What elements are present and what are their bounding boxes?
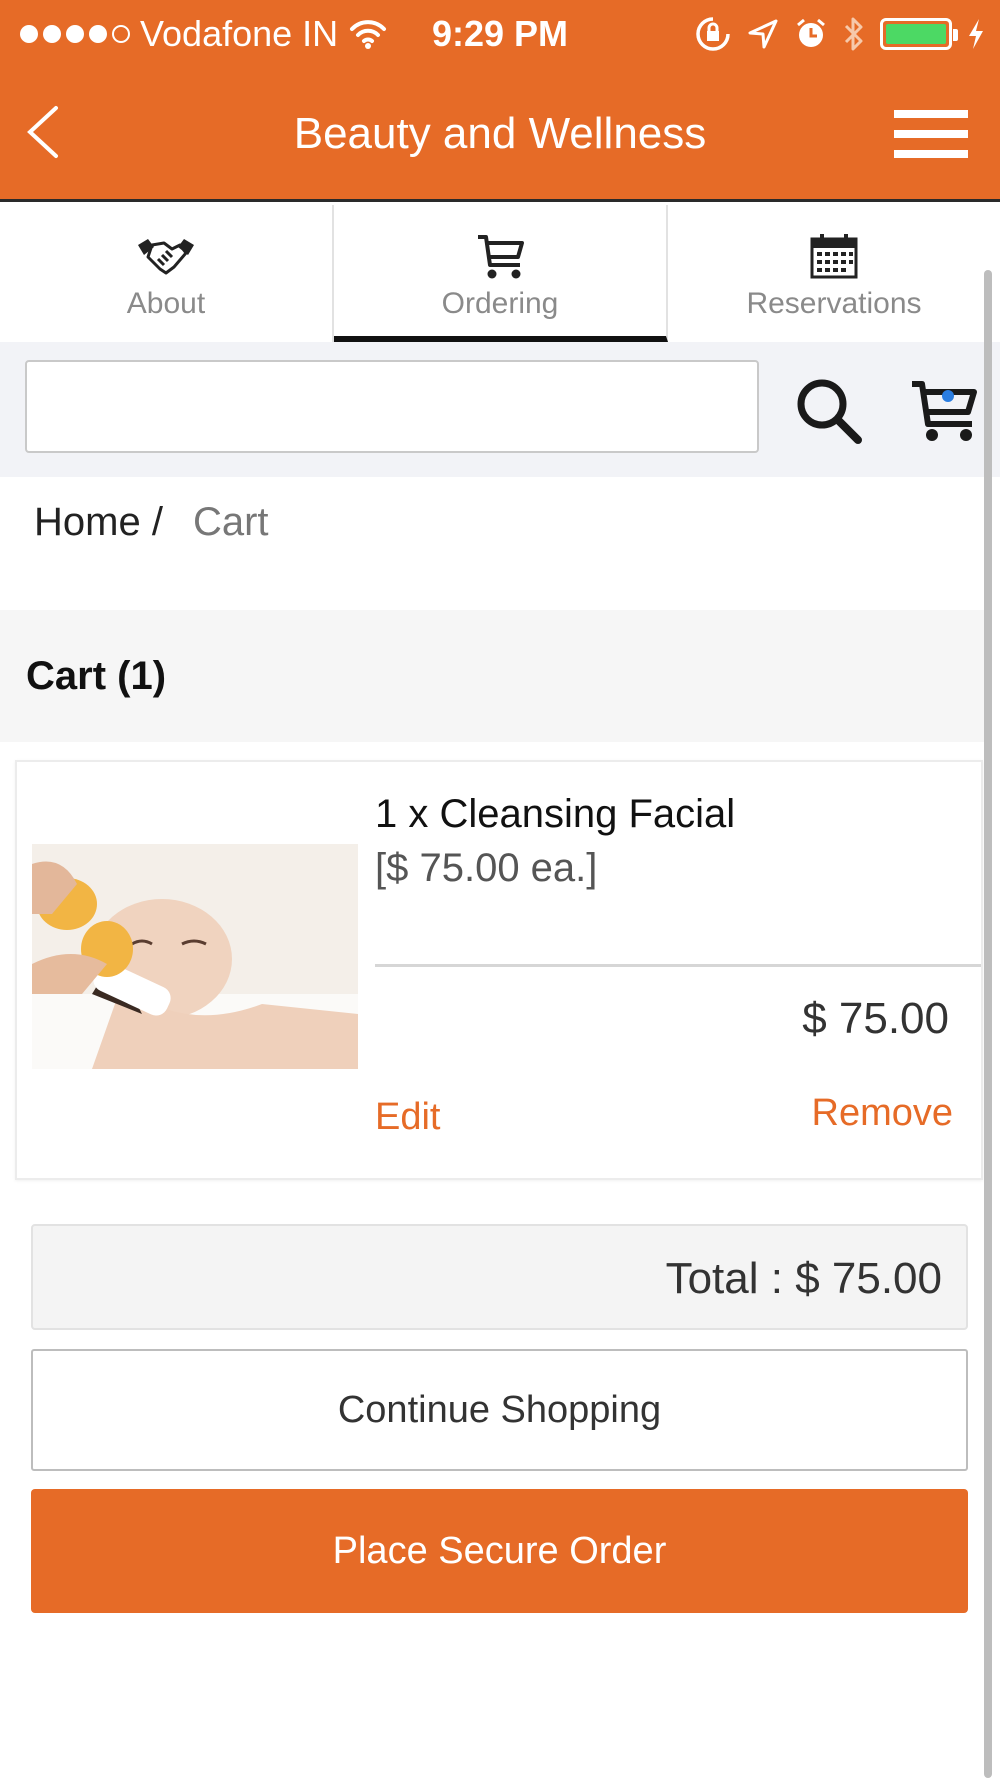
cart-total: Total : $ 75.00 xyxy=(665,1254,942,1303)
tab-ordering[interactable]: Ordering xyxy=(334,205,668,342)
tab-about-label: About xyxy=(126,287,206,320)
back-chevron-icon[interactable] xyxy=(22,102,72,162)
rotation-lock-icon xyxy=(696,17,730,51)
search-icon[interactable] xyxy=(792,374,864,446)
status-bar: Vodafone IN 9:29 PM xyxy=(0,0,1000,66)
shopping-cart-icon[interactable] xyxy=(908,372,980,444)
tab-bar: About Ordering Reservations xyxy=(0,205,1000,342)
item-divider xyxy=(375,964,981,967)
search-bar xyxy=(0,342,1000,477)
status-bar-left: Vodafone IN xyxy=(20,12,388,56)
breadcrumb-home-link[interactable]: Home / xyxy=(34,500,163,545)
battery-icon xyxy=(880,18,958,50)
cart-icon xyxy=(478,235,524,279)
search-input[interactable] xyxy=(25,360,759,453)
hamburger-menu-icon[interactable] xyxy=(894,108,968,160)
breadcrumb-current: Cart xyxy=(192,500,269,544)
location-arrow-icon xyxy=(748,19,778,49)
tab-about[interactable]: About xyxy=(0,205,334,342)
remove-item-link[interactable]: Remove xyxy=(812,1092,954,1135)
charging-bolt-icon xyxy=(969,19,983,49)
item-name: 1 x Cleansing Facial xyxy=(375,792,736,836)
wifi-icon xyxy=(350,20,387,49)
cart-title: Cart (1) xyxy=(26,654,167,698)
item-unit-price: [$ 75.00 ea.] xyxy=(375,846,598,890)
page-title: Beauty and Wellness xyxy=(293,109,707,158)
cart-header: Cart (1) xyxy=(0,610,984,742)
tab-reservations[interactable]: Reservations xyxy=(668,205,1000,342)
breadcrumb: Home / Cart xyxy=(34,500,269,545)
product-image xyxy=(32,844,358,1069)
tab-ordering-label: Ordering xyxy=(441,287,559,320)
handshake-icon xyxy=(138,239,194,275)
tab-reservations-label: Reservations xyxy=(746,287,922,320)
place-secure-order-button[interactable]: Place Secure Order xyxy=(31,1489,968,1613)
scrollbar[interactable] xyxy=(984,270,992,1778)
cart-total-box: Total : $ 75.00 xyxy=(31,1224,968,1330)
carrier-name: Vodafone IN xyxy=(140,13,339,54)
cart-item: 1 x Cleansing Facial [$ 75.00 ea.] $ 75.… xyxy=(15,760,983,1180)
status-bar-right xyxy=(694,12,986,56)
calendar-icon xyxy=(810,234,858,279)
signal-strength-icon xyxy=(20,25,130,43)
continue-shopping-button[interactable]: Continue Shopping xyxy=(31,1349,968,1471)
edit-item-link[interactable]: Edit xyxy=(375,1096,440,1139)
battery-fill xyxy=(886,24,946,44)
item-price: $ 75.00 xyxy=(802,994,949,1043)
alarm-clock-icon xyxy=(797,18,825,47)
nav-bar: Beauty and Wellness xyxy=(0,66,1000,202)
bluetooth-icon xyxy=(844,17,863,51)
